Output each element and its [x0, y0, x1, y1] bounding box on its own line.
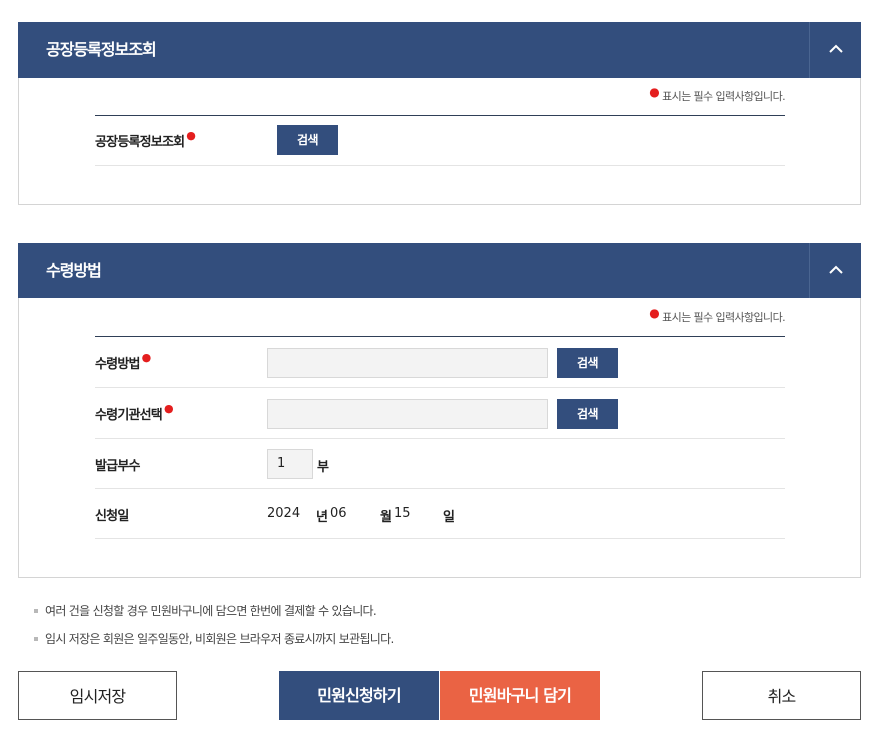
chevron-up-icon: [829, 44, 843, 53]
copies-input[interactable]: 1: [267, 449, 313, 479]
receipt-section-header: 수령방법: [18, 243, 861, 299]
section-rule: [95, 336, 785, 337]
apply-year: 2024: [267, 506, 301, 521]
required-note: ● 표시는 필수 입력사항입니다.: [649, 306, 785, 324]
apply-month: 06: [330, 506, 347, 521]
receipt-method-search-button[interactable]: 검색: [557, 348, 618, 378]
receipt-agency-search-button[interactable]: 검색: [557, 399, 618, 429]
receipt-agency-label: 수령기관선택 ●: [95, 402, 174, 423]
required-mark: ●: [186, 129, 196, 142]
note-temp-save: 임시 저장은 회원은 일주일동안, 비회원은 브라우저 종료시까지 보관됩니다.: [34, 630, 394, 647]
year-unit: 년: [316, 510, 328, 525]
receipt-agency-field[interactable]: [267, 399, 548, 429]
day-unit: 일: [443, 510, 455, 525]
section-rule: [95, 115, 785, 116]
receipt-section-collapse-button[interactable]: [809, 243, 861, 299]
factory-info-label: 공장등록정보조회 ●: [95, 129, 196, 150]
row-divider: [95, 538, 785, 539]
factory-section-body: ● 표시는 필수 입력사항입니다. 공장등록정보조회 ● 검색: [18, 78, 861, 205]
add-basket-button[interactable]: 민원바구니 담기: [440, 671, 600, 720]
row-divider: [95, 165, 785, 166]
row-divider: [95, 438, 785, 439]
apply-day: 15: [394, 506, 411, 521]
factory-section-title: 공장등록정보조회: [46, 40, 157, 59]
apply-button[interactable]: 민원신청하기: [279, 671, 439, 720]
receipt-section-body: ● 표시는 필수 입력사항입니다. 수령방법 ● 검색 수령기관선택 ● 검색 발급부…: [18, 298, 861, 578]
cancel-button[interactable]: 취소: [702, 671, 861, 720]
required-dot-icon: ●: [649, 85, 660, 99]
month-unit: 월: [380, 510, 392, 525]
row-divider: [95, 387, 785, 388]
receipt-method-field[interactable]: [267, 348, 548, 378]
factory-search-button[interactable]: 검색: [277, 125, 338, 155]
factory-section-header: 공장등록정보조회: [18, 22, 861, 78]
apply-date-label: 신청일: [95, 509, 129, 524]
square-bullet-icon: [34, 637, 38, 641]
required-dot-icon: ●: [649, 306, 660, 320]
copies-label: 발급부수: [95, 459, 140, 474]
square-bullet-icon: [34, 609, 38, 613]
required-mark: ●: [163, 402, 174, 415]
required-note: ● 표시는 필수 입력사항입니다.: [649, 85, 785, 103]
note-basket: 여러 건을 신청할 경우 민원바구니에 담으면 한번에 결제할 수 있습니다.: [34, 602, 377, 619]
temp-save-button[interactable]: 임시저장: [18, 671, 177, 720]
row-divider: [95, 488, 785, 489]
receipt-method-label: 수령방법 ●: [95, 351, 152, 372]
factory-section-collapse-button[interactable]: [809, 22, 861, 78]
copies-unit: 부: [317, 460, 329, 475]
required-mark: ●: [141, 351, 152, 364]
chevron-up-icon: [829, 265, 843, 274]
receipt-section-title: 수령방법: [46, 261, 102, 280]
